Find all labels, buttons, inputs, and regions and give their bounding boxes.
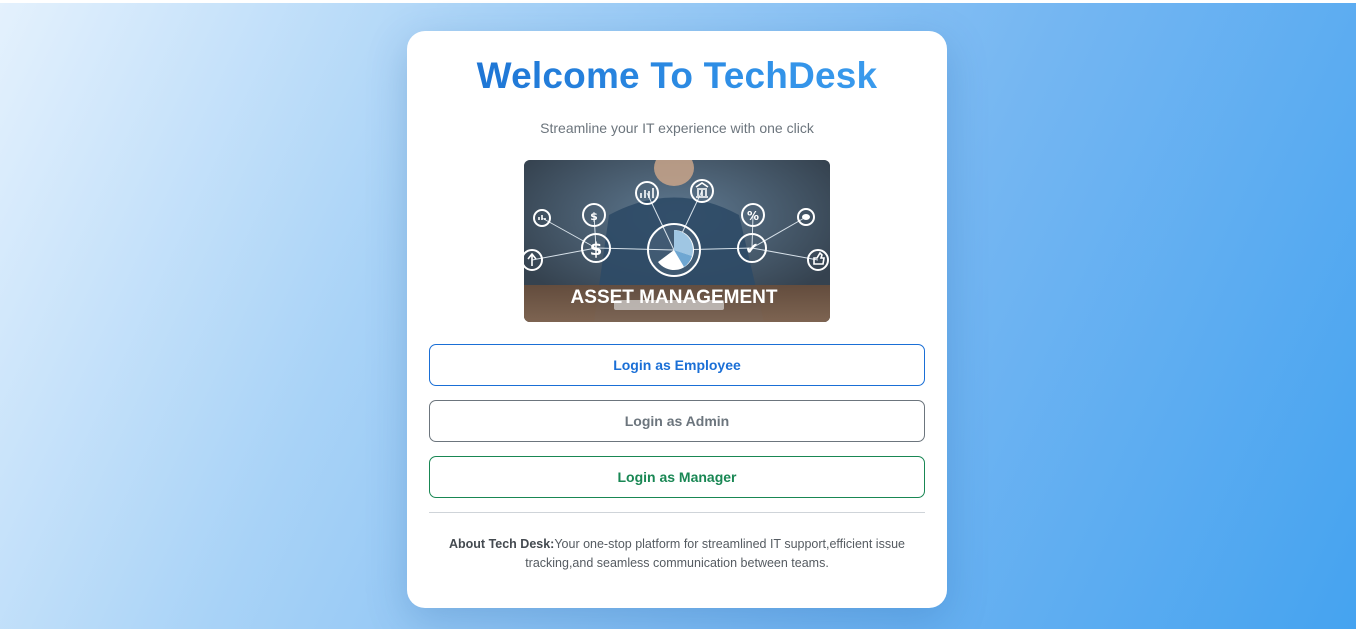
svg-text:✔: ✔ xyxy=(745,239,758,258)
login-manager-button[interactable]: Login as Manager xyxy=(429,456,925,498)
divider xyxy=(429,512,925,513)
hero-caption: ASSET MANAGEMENT xyxy=(571,287,778,308)
about-label: About Tech Desk: xyxy=(449,537,555,551)
page-subtitle: Streamline your IT experience with one c… xyxy=(540,120,814,136)
login-admin-button[interactable]: Login as Admin xyxy=(429,400,925,442)
login-employee-button[interactable]: Login as Employee xyxy=(429,344,925,386)
svg-text:%: % xyxy=(747,209,759,223)
page-title: Welcome To TechDesk xyxy=(407,55,947,97)
about-description: Your one-stop platform for streamlined I… xyxy=(525,537,905,570)
about-text: About Tech Desk:Your one-stop platform f… xyxy=(437,535,917,573)
asset-management-image: $ $ % ✔ ASSET MANAGEMENT xyxy=(524,160,830,322)
svg-text:$: $ xyxy=(590,210,598,223)
welcome-card: Welcome To TechDesk Streamline your IT e… xyxy=(407,31,947,608)
svg-text:$: $ xyxy=(590,239,603,260)
